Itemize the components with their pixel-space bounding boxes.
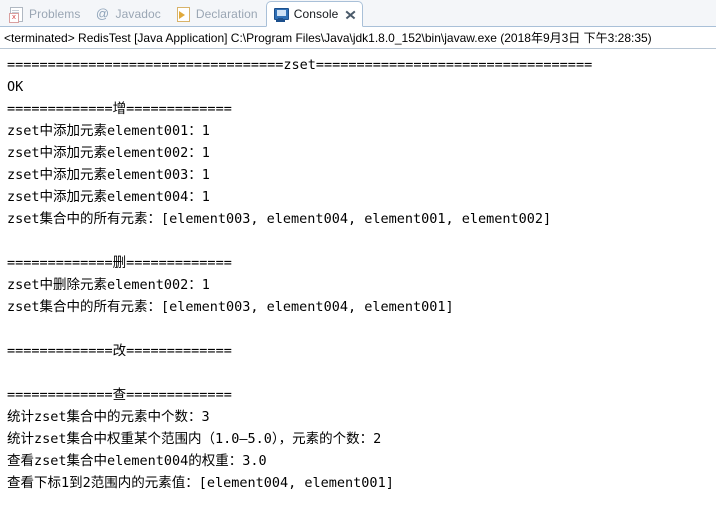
process-header: <terminated> RedisTest [Java Application…	[0, 27, 716, 49]
console-line: 查看下标1到2范围内的元素值：[element004, element001]	[7, 475, 394, 491]
at-icon: @	[95, 6, 110, 21]
console-line: zset中添加元素element004：1	[7, 189, 210, 205]
console-line: =============增=============	[7, 101, 232, 117]
console-line: zset中添加元素element001：1	[7, 123, 210, 139]
tab-javadoc-label: Javadoc	[115, 7, 161, 21]
tab-problems-label: Problems	[29, 7, 81, 21]
console-line: 查看zset集合中element004的权重：3.0	[7, 453, 267, 469]
console-line: OK	[7, 79, 24, 95]
console-line: 统计zset集合中权重某个范围内（1.0—5.0），元素的个数：2	[7, 431, 382, 447]
tab-declaration[interactable]: Declaration	[169, 2, 266, 26]
tab-javadoc[interactable]: @ Javadoc	[88, 2, 168, 26]
tab-console[interactable]: Console	[265, 1, 364, 27]
tab-declaration-label: Declaration	[195, 7, 258, 21]
console-line: ==================================zset==…	[7, 57, 593, 73]
close-icon[interactable]	[345, 9, 356, 20]
console-monitor-icon	[273, 6, 289, 22]
console-output[interactable]: ==================================zset==…	[0, 49, 716, 524]
console-line: zset中添加元素element003：1	[7, 167, 210, 183]
console-line: =============改=============	[7, 343, 232, 359]
console-line: zset中删除元素element002：1	[7, 277, 210, 293]
console-line: =============删=============	[7, 255, 232, 271]
view-tab-bar: x Problems @ Javadoc Declaration Console	[0, 0, 716, 27]
declaration-icon	[175, 6, 191, 22]
console-line: =============查=============	[7, 387, 232, 403]
console-line: zset集合中的所有元素：[element003, element004, el…	[7, 299, 454, 315]
console-line: zset集合中的所有元素：[element003, element004, el…	[7, 211, 552, 227]
tab-console-label: Console	[293, 7, 339, 21]
console-line: zset中添加元素element002：1	[7, 145, 210, 161]
problems-icon: x	[8, 6, 24, 23]
tab-problems[interactable]: x Problems	[2, 2, 88, 26]
console-line: 统计zset集合中的元素中个数：3	[7, 409, 210, 425]
